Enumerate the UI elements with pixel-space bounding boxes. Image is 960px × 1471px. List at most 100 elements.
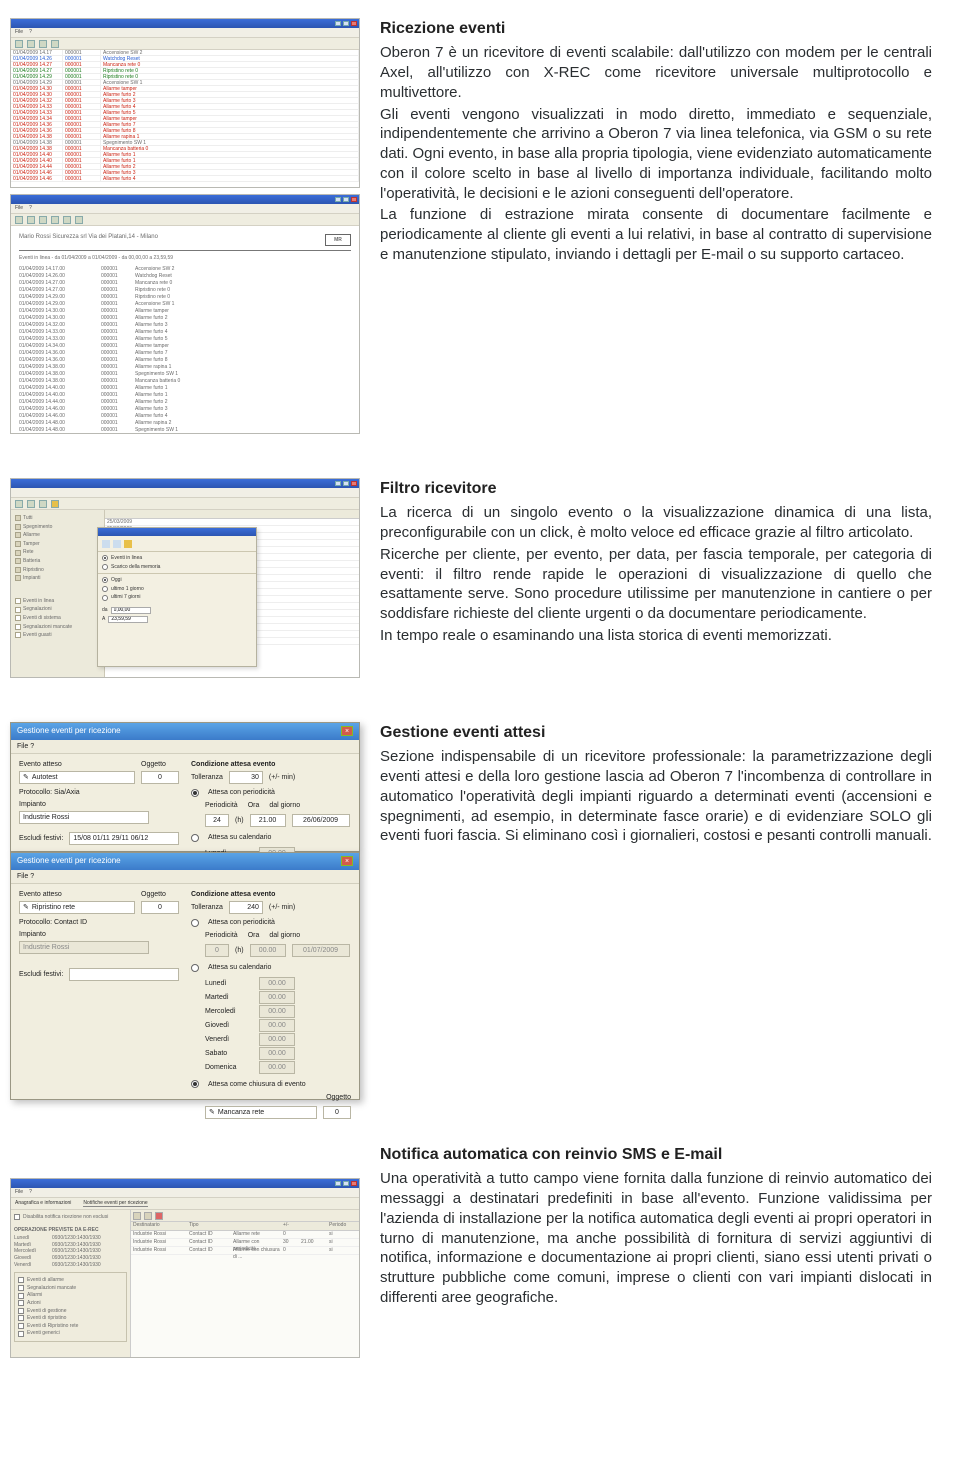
radio-periodicita[interactable] — [191, 919, 199, 927]
window-event-list: File? 01/04/2009 14.17000001Accensione S… — [10, 18, 360, 188]
save-icon[interactable] — [113, 540, 121, 548]
menubar[interactable]: File? — [11, 1188, 359, 1198]
field-chiusura-evento[interactable]: ✎Mancanza rete — [205, 1106, 317, 1119]
close-icon[interactable]: × — [341, 726, 353, 736]
tool-icon[interactable] — [27, 40, 35, 48]
funnel-icon[interactable] — [51, 500, 59, 508]
notifica-text: Notifica automatica con reinvio SMS e E-… — [380, 1144, 932, 1310]
paragraph: Una operatività a tutto campo viene forn… — [380, 1169, 932, 1308]
paragraph: La ricerca di un singolo evento o la vis… — [380, 503, 932, 543]
radio[interactable] — [102, 564, 108, 570]
field-ora[interactable]: 21.00 — [250, 814, 286, 827]
radio-chiusura[interactable] — [191, 1080, 199, 1088]
tool-icon[interactable] — [15, 500, 23, 508]
notifica-thumbs: File? Anagrafica e informazioniNotifiche… — [10, 1144, 360, 1358]
min-btn[interactable] — [335, 21, 341, 26]
close-btn[interactable] — [351, 481, 357, 486]
heading: Notifica automatica con reinvio SMS e E-… — [380, 1144, 932, 1165]
ricezione-thumbs: File? 01/04/2009 14.17000001Accensione S… — [10, 18, 360, 434]
radio[interactable] — [102, 577, 108, 583]
field-impianto[interactable]: Industrie Rossi — [19, 811, 149, 824]
window-notifica: File? Anagrafica e informazioniNotifiche… — [10, 1178, 360, 1358]
folder-icon[interactable] — [102, 540, 110, 548]
max-btn[interactable] — [343, 197, 349, 202]
paragraph: Ricerche per cliente, per evento, per da… — [380, 545, 932, 624]
radio[interactable] — [102, 586, 108, 592]
time-from[interactable] — [111, 607, 151, 614]
filtro-text: Filtro ricevitore La ricerca di un singo… — [380, 478, 932, 648]
field-escludi[interactable]: 15/08 01/11 29/11 06/12 — [69, 832, 179, 845]
menubar[interactable]: File? — [11, 204, 359, 214]
tool-icon[interactable] — [15, 40, 23, 48]
titlebar — [11, 195, 359, 204]
max-btn[interactable] — [343, 1181, 349, 1186]
time-to[interactable] — [108, 616, 148, 623]
tool-icon[interactable] — [51, 40, 59, 48]
print-icon[interactable] — [63, 216, 71, 224]
edit-icon[interactable] — [144, 1212, 152, 1220]
nav-next-icon[interactable] — [39, 216, 47, 224]
event-type-box: Eventi di allarmeSegnalazioni mancateAll… — [14, 1272, 127, 1342]
section-filtro: TuttiSpegnimentoAllarmeTamperReteBatteri… — [10, 478, 932, 678]
dialog-gestione-1: Gestione eventi per ricezione × File ? E… — [10, 722, 360, 852]
field-chiusura-oggetto[interactable]: 0 — [323, 1106, 351, 1119]
tool-icon[interactable] — [39, 40, 47, 48]
dialog-title: Gestione eventi per ricezione × — [11, 853, 359, 870]
add-icon[interactable] — [133, 1212, 141, 1220]
paragraph: La funzione di estrazione mirata consent… — [380, 205, 932, 264]
toolbar[interactable] — [11, 214, 359, 226]
filtro-thumbs: TuttiSpegnimentoAllarmeTamperReteBatteri… — [10, 478, 360, 678]
radio-calendario[interactable] — [191, 834, 199, 842]
heading: Gestione eventi attesi — [380, 722, 932, 743]
menubar[interactable] — [11, 488, 359, 498]
list-toolbar[interactable] — [131, 1210, 359, 1222]
close-btn[interactable] — [351, 21, 357, 26]
radio-calendario[interactable] — [191, 964, 199, 972]
field-evento[interactable]: ✎Ripristino rete — [19, 901, 135, 914]
field-toll[interactable]: 30 — [229, 771, 263, 784]
max-btn[interactable] — [343, 481, 349, 486]
field-escludi[interactable] — [69, 968, 179, 981]
paragraph: Gli eventi vengono visualizzati in modo … — [380, 105, 932, 204]
min-btn[interactable] — [335, 1181, 341, 1186]
field-oggetto[interactable]: 0 — [141, 771, 179, 784]
toolbar[interactable] — [11, 498, 359, 510]
close-icon[interactable]: × — [341, 856, 353, 866]
nav-first-icon[interactable] — [15, 216, 23, 224]
report-range: Eventi in linea - da 01/04/2009 a 01/04/… — [19, 255, 351, 262]
archive-events-panel[interactable]: Eventi in linea Scarico della memoria Og… — [97, 527, 257, 667]
dialog-menu[interactable]: File ? — [11, 740, 359, 754]
field-dal[interactable]: 26/06/2009 — [292, 814, 350, 827]
toolbar[interactable] — [11, 38, 359, 50]
funnel-icon[interactable] — [124, 540, 132, 548]
delete-icon[interactable] — [155, 1212, 163, 1220]
nav-last-icon[interactable] — [51, 216, 59, 224]
tool-icon[interactable] — [39, 500, 47, 508]
radio[interactable] — [102, 595, 108, 601]
tool-icon[interactable] — [27, 500, 35, 508]
close-btn[interactable] — [351, 197, 357, 202]
field-toll[interactable]: 240 — [229, 901, 263, 914]
dialog-title: Gestione eventi per ricezione × — [11, 723, 359, 740]
field-periodicita[interactable]: 24 — [205, 814, 229, 827]
radio-periodicita[interactable] — [191, 789, 199, 797]
save-icon[interactable] — [75, 216, 83, 224]
report-client: Mario Rossi Sicurezza srl Via dei Platan… — [19, 234, 158, 246]
tabbar[interactable]: Anagrafica e informazioniNotifiche event… — [11, 1198, 359, 1210]
min-btn[interactable] — [335, 197, 341, 202]
gestione-text: Gestione eventi attesi Sezione indispens… — [380, 722, 932, 848]
close-btn[interactable] — [351, 1181, 357, 1186]
max-btn[interactable] — [343, 21, 349, 26]
radio[interactable] — [102, 555, 108, 561]
filter-sidebar[interactable]: TuttiSpegnimentoAllarmeTamperReteBatteri… — [11, 510, 105, 677]
min-btn[interactable] — [335, 481, 341, 486]
dialog-menu[interactable]: File ? — [11, 870, 359, 884]
checkbox[interactable] — [14, 1214, 20, 1220]
menubar[interactable]: File? — [11, 28, 359, 38]
nav-prev-icon[interactable] — [27, 216, 35, 224]
field-oggetto[interactable]: 0 — [141, 901, 179, 914]
titlebar — [11, 19, 359, 28]
section-ricezione: File? 01/04/2009 14.17000001Accensione S… — [10, 18, 932, 434]
field-evento[interactable]: ✎Autotest — [19, 771, 135, 784]
heading: Ricezione eventi — [380, 18, 932, 39]
